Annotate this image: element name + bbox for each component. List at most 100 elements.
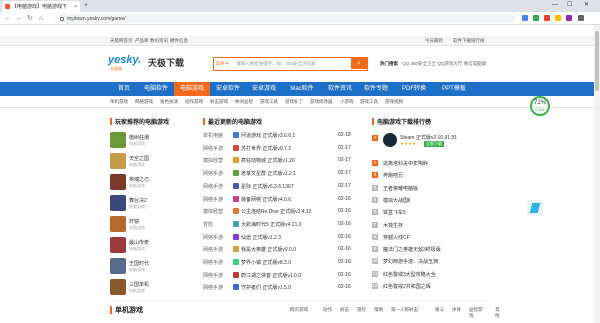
menu-icon[interactable] — [578, 15, 584, 21]
game-row-title[interactable]: 老掌文星群 正式版v1.2.1 — [241, 170, 296, 177]
game-card[interactable]: 天空之国 电脑游戏 — [110, 152, 190, 172]
nav-item[interactable]: PDF转换 — [394, 82, 434, 96]
bottom-tab[interactable]: 动作 — [323, 307, 332, 313]
game-card[interactable]: 英魂之刃 电脑游戏 — [110, 173, 190, 193]
game-row-category[interactable]: 单机电脑 — [203, 132, 223, 139]
topbar-link[interactable]: 天极网首页 — [110, 38, 133, 44]
nav-item[interactable]: 软件专题 — [358, 82, 394, 96]
ranking-row[interactable]: 6 铁盒飞车5 — [372, 207, 477, 219]
nav-item[interactable]: 首页 — [110, 82, 138, 96]
reload-icon[interactable]: ↻ — [27, 14, 33, 23]
ranking-row[interactable]: 5 模拟大战国Ⅱ — [372, 195, 477, 207]
game-row-category[interactable]: 网络手游 — [203, 170, 223, 177]
bottom-tab[interactable]: 格斗 — [435, 307, 444, 313]
game-row[interactable]: 单机电脑 问道游戏 正式版v3.6.6.1 02-18 — [203, 130, 363, 141]
nav-item-active[interactable]: 电脑游戏 — [174, 82, 210, 96]
game-row-category[interactable]: 网络手游 — [203, 183, 223, 190]
ranking-row[interactable]: 9 魔法门之英雄无敌3终极版 — [372, 244, 477, 256]
subnav-item[interactable]: 游戏工具 — [260, 99, 278, 105]
extension-icon[interactable] — [555, 15, 561, 21]
scrollbar-thumb[interactable] — [595, 31, 599, 91]
game-row-category[interactable]: 网络手游 — [203, 246, 223, 253]
hot-term[interactable]: 360安全卫士 — [411, 61, 437, 66]
minimize-button[interactable]: — — [552, 1, 558, 10]
game-row[interactable]: 网络手游 梦界小镇 正式版v8.3.0 02-16 — [203, 257, 363, 268]
game-row-category[interactable]: 网络手游 — [203, 259, 223, 266]
subnav-item[interactable]: 射击游戏 — [210, 99, 228, 105]
game-row[interactable]: 网络手游 装备网络 正式版v4.0.6 02-16 — [203, 194, 363, 205]
extension-icon[interactable] — [522, 15, 528, 21]
game-row-category[interactable]: 冒险 — [203, 221, 213, 228]
extension-icon[interactable] — [533, 15, 539, 21]
ranking-row[interactable]: 2 逃离塔科夫中年陶醉 — [372, 158, 477, 170]
game-row-title[interactable]: 装备网络 正式版v4.0.6 — [241, 196, 291, 203]
ranking-row[interactable]: 10 梦幻西游手游：决战玉渊 — [372, 256, 477, 268]
subnav-item[interactable]: 游戏视频 — [385, 99, 403, 105]
game-row[interactable]: 网络手游 星际 正式版v5.3.6.1367 02-17 — [203, 181, 363, 192]
subnav-item[interactable]: 网络游戏 — [135, 99, 153, 105]
topbar-link[interactable]: 数码资讯 — [150, 38, 168, 44]
game-row-category[interactable]: 网络手游 — [203, 234, 223, 241]
maximize-button[interactable]: ☐ — [567, 1, 572, 10]
game-row-title[interactable]: 蔚江湖之侠客 正式版v1.0.0 — [241, 272, 301, 279]
ranking-top-item[interactable]: 1 Steam 正式版v2.10.91.91 ★★★★ 立即下载 — [372, 133, 477, 155]
game-row[interactable]: 网络手游 仙途 正式版v1.2.3 02-16 — [203, 232, 363, 243]
game-row-title[interactable]: 守护者们 正式版v1.5.0 — [241, 284, 291, 291]
bottom-tab[interactable]: 射击 — [340, 307, 349, 313]
game-row[interactable]: 网络手游 苏打世界 正式版v9.7.2 02-17 — [203, 143, 363, 154]
scrollbar[interactable] — [594, 25, 600, 323]
subnav-item[interactable]: 单机游戏 — [110, 99, 128, 105]
game-row-title[interactable]: 问道游戏 正式版v3.6.6.1 — [241, 132, 295, 139]
game-row-title[interactable]: 梦界小镇 正式版v8.3.0 — [241, 259, 291, 266]
ranking-row[interactable]: 7 木筏生存 — [372, 220, 477, 232]
extension-icon[interactable] — [544, 15, 550, 21]
game-row[interactable]: 网络手游 蔚江湖之侠客 正式版v1.0.0 02-16 — [203, 270, 363, 281]
back-icon[interactable]: ← — [4, 14, 11, 23]
game-row-title[interactable]: 仙途 正式版v1.2.3 — [241, 234, 281, 241]
hot-term[interactable]: QQ游戏大厅 — [437, 61, 462, 66]
game-row[interactable]: 网络手游 守护者们 正式版v1.5.0 02-16 — [203, 282, 363, 293]
site-logo[interactable]: yesky. — [108, 54, 141, 66]
game-row-category[interactable]: 网络手游 — [203, 272, 223, 279]
ranking-row[interactable]: 8 穿越火线CF — [372, 232, 477, 244]
topbar-link[interactable]: 软件下载排行榜 — [453, 38, 485, 44]
topbar-link[interactable]: 产品库 — [135, 38, 149, 44]
search-input[interactable]: 请输入搜索关键字，如：360安全浏览器 — [236, 61, 316, 67]
game-card[interactable]: 三国单机 电脑游戏 — [110, 278, 190, 298]
nav-item[interactable]: 安卓游戏 — [246, 82, 282, 96]
game-card[interactable]: 王国时代 电脑游戏 — [110, 257, 190, 277]
subnav-item[interactable]: 游戏工具 — [360, 99, 378, 105]
close-window-button[interactable]: ✕ — [584, 1, 589, 10]
search-button[interactable]: ⌕ — [351, 58, 367, 69]
bottom-tab[interactable]: 策略 — [374, 307, 383, 313]
bottom-tab[interactable]: 冒险 — [357, 307, 366, 313]
game-row-category[interactable]: 网络手游 — [203, 145, 223, 152]
game-row[interactable]: 冒险 大航海时代5 正式版v4.21.0 02-16 — [203, 219, 363, 230]
topbar-link[interactable]: 硬件信息 — [170, 38, 188, 44]
subnav-item[interactable]: 小游戏 — [340, 99, 354, 105]
topbar-link[interactable]: 今日最新 — [425, 38, 443, 44]
game-row-title[interactable]: 大航海时代5 正式版v4.21.0 — [241, 221, 302, 228]
game-row-category[interactable]: 模拟经营 — [203, 157, 223, 164]
subnav-item[interactable]: 游戏修改器 — [310, 99, 333, 105]
hot-term[interactable]: QQ — [402, 61, 409, 66]
bottom-tab[interactable]: 网页游戏 — [290, 307, 308, 313]
game-row[interactable]: 网络手游 老掌文星群 正式版v1.2.1 02-17 — [203, 168, 363, 179]
game-row-title[interactable]: 疯狂动物城 正式版v1.20 — [241, 157, 295, 164]
game-card[interactable]: 舞台决2 电脑游戏 — [110, 194, 190, 214]
game-row-category[interactable]: 网络手游 — [203, 284, 223, 291]
nav-item[interactable]: 安卓软件 — [210, 82, 246, 96]
subnav-item[interactable]: 动作游戏 — [185, 99, 203, 105]
new-tab-button[interactable]: + — [84, 2, 88, 10]
game-row-title[interactable]: 我是大英雄 正式版v9.0.0 — [241, 246, 296, 253]
game-row-category[interactable]: 模拟经营 — [203, 208, 223, 215]
ranking-row[interactable]: 11 红色警戒3大型攻略大全 — [372, 269, 477, 281]
floating-app-icon[interactable] — [527, 200, 543, 216]
ranking-row[interactable]: 4 王者荣耀电脑版 — [372, 183, 477, 195]
game-row[interactable]: 网络手游 我是大英雄 正式版v9.0.0 02-16 — [203, 244, 363, 255]
ranking-row[interactable]: 12 红色警戒2共和国之辉 — [372, 281, 477, 293]
nav-item[interactable]: 软件资讯 — [322, 82, 358, 96]
browser-tab[interactable]: 【电脑游戏】电脑游戏下 × — [2, 1, 80, 12]
game-row[interactable]: 模拟经营 疯狂动物城 正式版v1.20 02-17 — [203, 155, 363, 166]
url-field[interactable]: mydown.yesky.com/game/ — [55, 14, 515, 23]
